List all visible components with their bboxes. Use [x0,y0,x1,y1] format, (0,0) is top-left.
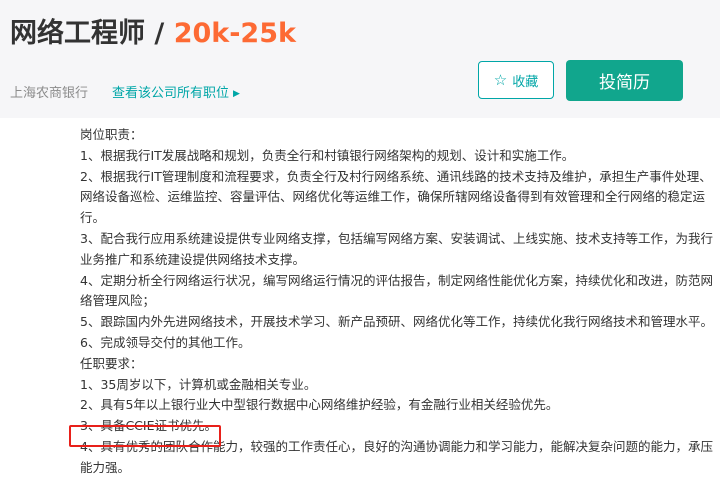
description-line: 4、定期分析全行网络运行状况，编写网络运行情况的评估报告，制定网络性能优化方案，… [80,272,713,309]
highlight-box [69,425,221,447]
salary: 20k-25k [173,18,296,49]
description-line: 岗位职责： [80,127,143,142]
description-line: 2、具有5年以上银行业大中型银行数据中心网络维护经验，有金融行业相关经验优先。 [80,397,559,413]
company-name: 上海农商银行 [10,86,89,101]
title-separator: / [154,18,165,49]
favorite-label: 收藏 [512,74,539,90]
description-line: 1、根据我行IT发展战略和规划，负责全行和村镇银行网络架构的规划、设计和实施工作… [80,147,575,163]
description-line: 5、跟踪国内外先进网络技术，开展技术学习、新产品预研、网络优化等工作，持续优化我… [80,314,713,330]
star-icon: ☆ [493,70,508,89]
job-header: 网络工程师 / 20k-25k 上海农商银行 查看该公司所有职位 ▶ ☆ 收藏 投… [0,0,720,118]
company-jobs-link[interactable]: 查看该公司所有职位 ▶ [112,82,240,101]
description-line: 2、根据我行IT管理制度和流程要求，负责全行及村行网络系统、通讯线路的技术支持及… [80,168,712,226]
job-title-row: 网络工程师 / 20k-25k [10,16,296,52]
description-line: 6、完成领导交付的其他工作。 [80,334,251,350]
company-jobs-link-label: 查看该公司所有职位 [112,86,230,101]
triangle-right-icon: ▶ [233,89,240,99]
description-line: 任职要求： [80,355,143,371]
description-line: 3、配合我行应用系统建设提供专业网络支撑，包括编写网络方案、安装调试、上线实施、… [80,230,713,267]
apply-button[interactable]: 投简历 [566,60,683,101]
job-title: 网络工程师 [10,18,145,49]
favorite-button[interactable]: ☆ 收藏 [478,61,554,99]
description-line: 1、35周岁以下，计算机或金融相关专业。 [80,376,317,392]
